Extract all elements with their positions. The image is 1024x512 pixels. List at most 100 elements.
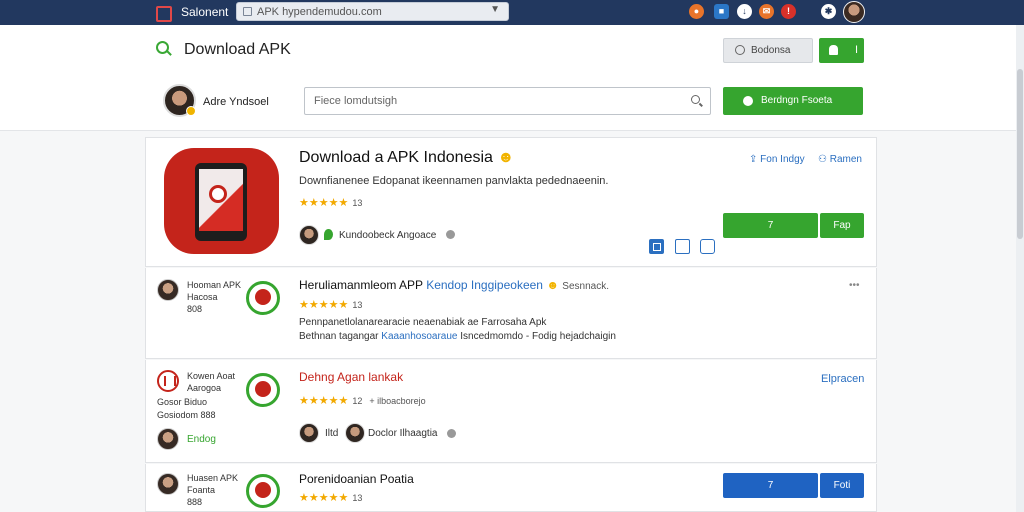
chat-icon xyxy=(743,96,753,106)
author-name: Kundoobeck Angoace xyxy=(339,230,437,241)
app-badge-icon[interactable] xyxy=(246,373,280,407)
rating-stars: ★★★★★ 13 xyxy=(299,299,363,311)
featured-app-card: Download a APK Indonesia ☻ Downfianenee … xyxy=(145,137,877,267)
primary-action-button[interactable]: Berdngn Fsoeta xyxy=(723,87,863,115)
side-subtitle: Aarogoa xyxy=(187,383,222,393)
inline-link[interactable]: Kaaanhosoaraue xyxy=(381,331,457,342)
notifications-button-label: I xyxy=(854,44,858,56)
item-title[interactable]: Dehng Agan lankak xyxy=(299,370,403,384)
primary-action-label: Berdngn Fsoeta xyxy=(761,95,833,106)
rating-stars: ★★★★★ 13 xyxy=(299,197,363,209)
info-icon[interactable] xyxy=(447,429,456,438)
install-button[interactable]: 7 xyxy=(723,213,818,238)
rating-stars: ★★★★★ 13 xyxy=(299,492,363,504)
rating-count: 13 xyxy=(352,300,363,310)
verified-badge-icon xyxy=(186,106,196,116)
list-item: Huasen APK Foanta 888 Porenidoanian Poat… xyxy=(145,464,877,512)
user-name: Adre Yndsoel xyxy=(203,96,269,108)
bookmark-icon[interactable]: ■ xyxy=(714,4,729,19)
item-title: Porenidoanian Poatia xyxy=(299,472,414,486)
link-right[interactable]: ⚇ Ramen xyxy=(818,154,862,165)
more-options-icon[interactable]: ••• xyxy=(849,280,860,291)
app-logo-icon[interactable] xyxy=(152,3,172,22)
top-bar: Salonent APK hypendemudou.com ▼ ● ■ ↓ ✉ … xyxy=(0,0,1024,25)
install-button[interactable]: 7 xyxy=(723,473,818,498)
side-title: Hooman APK xyxy=(187,280,242,290)
link-left[interactable]: ⇪ Fon Indgy xyxy=(749,154,805,165)
author-avatar-2[interactable] xyxy=(345,423,365,443)
item-description-2: Bethnan tagangar Kaaanhosoaraue Isncedmo… xyxy=(299,331,616,342)
list-avatar[interactable] xyxy=(157,473,179,495)
settings-icon[interactable]: ✱ xyxy=(821,4,836,19)
secondary-button-label: Bodonsa xyxy=(751,45,791,56)
side-meta: Gosor Biduo xyxy=(157,397,208,407)
edit-icon[interactable] xyxy=(700,239,715,254)
rating-count: 13 xyxy=(352,198,363,208)
notifications-button[interactable]: I xyxy=(819,38,864,63)
side-subtitle: Foanta xyxy=(187,485,216,495)
author-avatar[interactable] xyxy=(299,423,319,443)
profile-avatar[interactable] xyxy=(843,1,865,23)
author-name-2: Doclor Ilhaagtia xyxy=(368,428,438,439)
list-avatar[interactable] xyxy=(157,428,179,450)
header: Download APK Bodonsa I Adre Yndsoel Fiec… xyxy=(0,25,1024,131)
scrollbar-thumb[interactable] xyxy=(1017,69,1023,239)
alert-icon[interactable]: ! xyxy=(781,4,796,19)
rating-stars: ★★★★★ 12 + ilboacborejo xyxy=(299,395,426,407)
rating-count: 12 xyxy=(352,396,363,406)
address-url: APK hypendemudou.com xyxy=(257,6,382,18)
user-icon xyxy=(735,45,745,55)
app-logo-icon[interactable] xyxy=(157,370,179,392)
search-icon xyxy=(156,41,172,57)
bell-icon xyxy=(829,45,838,55)
secondary-button[interactable]: Bodonsa xyxy=(723,38,813,63)
lock-icon xyxy=(243,7,252,16)
search-placeholder: Fiece lomdutsigh xyxy=(314,95,398,107)
magnifier-icon[interactable] xyxy=(691,95,702,106)
side-subtitle: Hacosa xyxy=(187,292,218,302)
item-title: Heruliamanmleom APP Kendop Inggipeokeen … xyxy=(299,278,609,292)
side-title: Huasen APK xyxy=(187,473,239,483)
author-name: Iltd xyxy=(325,428,339,439)
page-title: Download APK xyxy=(184,41,291,58)
chevron-down-icon[interactable]: ▼ xyxy=(490,4,500,15)
side-meta: 888 xyxy=(187,497,203,507)
phone-icon xyxy=(195,163,247,241)
brand-name: Salonent xyxy=(181,5,229,19)
user-plus-icon: ⚇ xyxy=(818,154,827,165)
message-icon[interactable]: ✉ xyxy=(759,4,774,19)
search-input[interactable]: Fiece lomdutsigh xyxy=(304,87,711,115)
side-meta-2: Gosiodom 888 xyxy=(157,410,216,420)
featured-title: Download a APK Indonesia ☻ xyxy=(299,149,515,166)
address-bar[interactable]: APK hypendemudou.com ▼ xyxy=(236,2,509,21)
share-icon: ⇪ xyxy=(749,154,758,165)
featured-description: Downfianenee Edopanat ikeennamen panvlak… xyxy=(299,175,609,187)
open-button[interactable]: Fap xyxy=(820,213,864,238)
info-icon[interactable] xyxy=(446,230,455,239)
list-item: Hooman APK Hacosa 808 Heruliamanmleom AP… xyxy=(145,268,877,359)
item-link[interactable]: Elpracen xyxy=(821,373,864,385)
side-name[interactable]: Endog xyxy=(187,434,216,446)
user-avatar[interactable] xyxy=(163,84,196,117)
side-title: Kowen Aoat xyxy=(187,371,236,381)
item-title-tail: Sesnnack. xyxy=(562,281,609,292)
list-avatar[interactable] xyxy=(157,279,179,301)
list-item: Kowen Aoat Aarogoa Gosor Biduo Gosiodom … xyxy=(145,360,877,463)
open-button[interactable]: Foti xyxy=(820,473,864,498)
app-logo-icon[interactable] xyxy=(246,474,280,508)
app-logo-icon[interactable] xyxy=(246,281,280,315)
calendar-icon[interactable] xyxy=(649,239,664,254)
scrollbar[interactable] xyxy=(1016,25,1024,512)
side-meta: 808 xyxy=(187,304,203,314)
item-title-link[interactable]: Kendop Inggipeokeen xyxy=(426,278,543,292)
download-icon[interactable]: ↓ xyxy=(737,4,752,19)
inbox-icon[interactable] xyxy=(675,239,690,254)
notification-icon[interactable]: ● xyxy=(689,4,704,19)
leaf-icon xyxy=(324,229,333,240)
app-icon[interactable] xyxy=(164,148,279,254)
rating-count: 13 xyxy=(352,493,363,503)
author-avatar[interactable] xyxy=(299,225,319,245)
rating-extra: + ilboacborejo xyxy=(369,396,426,406)
emoji-icon: ☻ xyxy=(546,278,559,292)
item-description: Pennpanetlolanarearacie neaenabiak ae Fa… xyxy=(299,317,547,328)
